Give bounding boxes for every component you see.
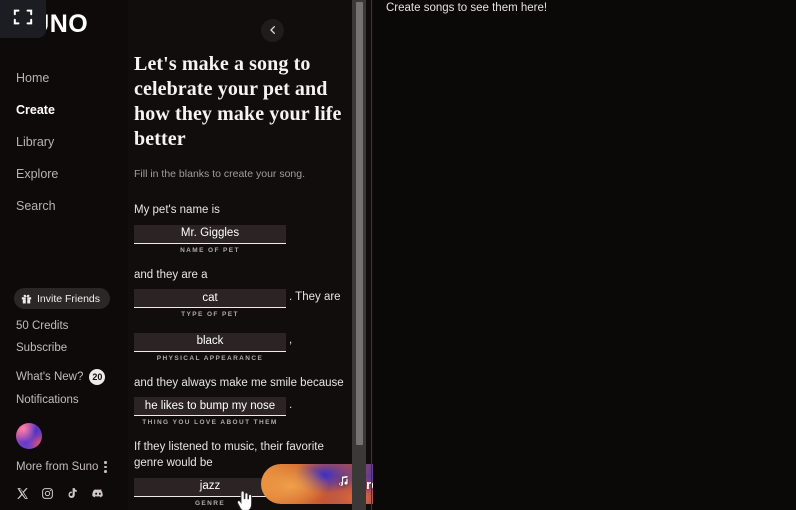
label-love-thing: THING YOU LOVE ABOUT THEM (142, 419, 278, 426)
input-love-thing[interactable] (134, 397, 286, 416)
social-links (16, 487, 105, 500)
kebab-menu-icon[interactable] (104, 461, 107, 473)
notifications-item[interactable]: Notifications (16, 394, 79, 406)
songs-empty-message: Create songs to see them here! (386, 2, 548, 14)
tail-appearance: , (289, 334, 293, 346)
avatar[interactable] (16, 423, 42, 449)
sidebar-meta: 50 Credits Subscribe (16, 318, 128, 362)
music-note-icon (337, 475, 350, 493)
label-pet-type: TYPE OF PET (181, 311, 239, 318)
input-pet-type[interactable] (134, 289, 286, 308)
whats-new-item[interactable]: What's New? 20 (16, 369, 106, 385)
discord-icon[interactable] (91, 487, 105, 500)
prompt-pet-name: My pet's name is (134, 204, 220, 216)
create-form-panel: Let's make a song to celebrate your pet … (128, 0, 373, 510)
suno-create-app: SUNO Home Create Library Explore Search … (0, 0, 796, 510)
more-from-suno-label: More from Suno (16, 461, 99, 473)
field-group-pet-name: My pet's name is NAME OF PET (134, 202, 346, 254)
chevron-left-icon (268, 22, 278, 40)
form-body: Let's make a song to celebrate your pet … (128, 0, 360, 510)
sidebar-item-library[interactable]: Library (0, 130, 128, 154)
label-pet-name: NAME OF PET (180, 246, 240, 254)
field-group-love-thing: and they always make me smile because TH… (134, 375, 346, 426)
sidebar-item-create[interactable]: Create (0, 98, 128, 122)
field-group-pet-type: and they are a TYPE OF PET . They are (134, 267, 346, 318)
subscribe-link[interactable]: Subscribe (16, 340, 128, 357)
prompt-pet-type: and they are a (134, 268, 208, 281)
invite-friends-button[interactable]: Invite Friends (14, 288, 111, 309)
whats-new-badge: 20 (89, 369, 106, 385)
tail-pet-type: . They are (289, 290, 341, 303)
credits-label: 50 Credits (16, 320, 69, 332)
tail-love-thing: . (289, 398, 293, 411)
capture-overlay-chip[interactable] (0, 0, 46, 38)
page-subtitle: Fill in the blanks to create your song. (134, 168, 306, 180)
input-appearance[interactable] (134, 332, 286, 352)
instagram-icon[interactable] (41, 487, 54, 500)
gift-icon (21, 293, 32, 304)
label-appearance: PHYSICAL APPEARANCE (156, 354, 264, 362)
blanks-fieldset: My pet's name is NAME OF PET and they ar… (134, 202, 346, 507)
input-pet-name[interactable] (134, 224, 286, 244)
sidebar-item-home[interactable]: Home (0, 66, 128, 90)
songs-panel: Create songs to see them here! (373, 0, 796, 510)
sidebar: SUNO Home Create Library Explore Search … (0, 0, 128, 510)
main-scrollbar-thumb[interactable] (356, 2, 363, 445)
invite-friends-label: Invite Friends (37, 292, 101, 305)
tiktok-icon[interactable] (66, 487, 79, 500)
x-icon[interactable] (16, 487, 29, 500)
field-group-appearance: PHYSICAL APPEARANCE , (134, 331, 346, 362)
whats-new-label: What's New? (16, 371, 84, 383)
sidebar-nav: Home Create Library Explore Search (0, 66, 128, 226)
prompt-love-thing: and they always make me smile because (134, 376, 344, 389)
back-button[interactable] (261, 19, 284, 42)
more-from-suno[interactable]: More from Suno (16, 461, 107, 473)
page-title: Let's make a song to celebrate your pet … (134, 53, 342, 150)
label-genre: GENRE (194, 499, 226, 507)
fullscreen-brackets-icon (12, 7, 34, 32)
sidebar-item-search[interactable]: Search (0, 194, 128, 218)
sidebar-item-explore[interactable]: Explore (0, 162, 128, 186)
panel-divider (371, 0, 372, 510)
